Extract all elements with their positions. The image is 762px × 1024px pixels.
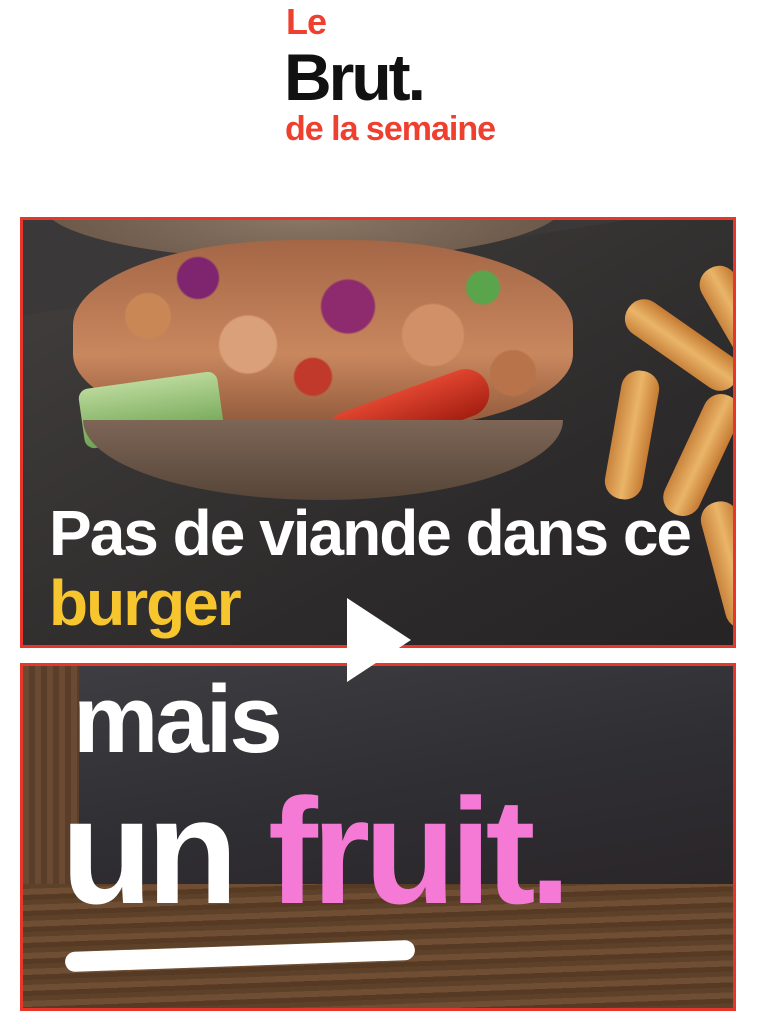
brut-logo: Le Brut. de la semaine [0,0,762,190]
caption-mais: mais [73,666,283,773]
logo-le: Le [286,1,327,42]
play-icon [347,598,411,682]
logo-subtitle: de la semaine [285,110,496,148]
play-button[interactable] [347,598,411,682]
logo-brut: Brut. [284,40,426,114]
video-frame-top[interactable]: Pas de viande dans ce burger [20,217,736,648]
caption-text: Pas de viande dans ce [49,497,692,569]
video-frame-bottom[interactable]: mais un fruit. [20,663,736,1011]
caption-highlight-fruit: fruit. [267,767,571,935]
caption-un-fruit: un fruit. [61,776,571,926]
caption-un: un [61,767,268,935]
caption-highlight-burger: burger [49,567,242,639]
